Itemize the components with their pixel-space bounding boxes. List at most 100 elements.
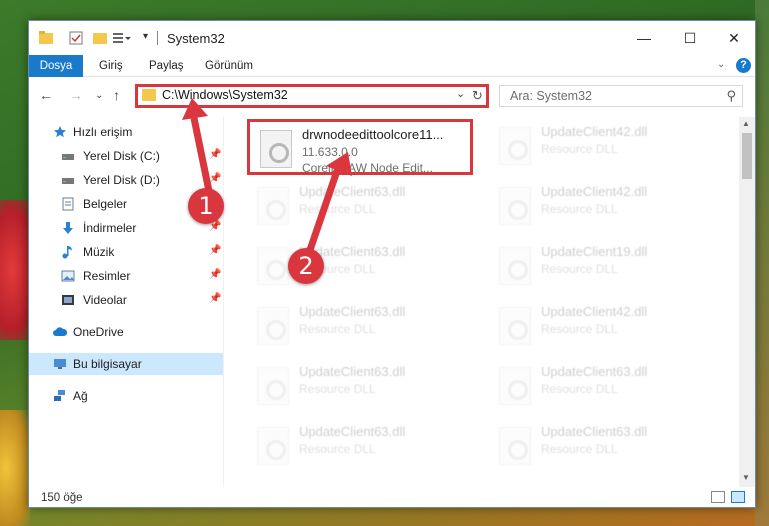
close-button[interactable]: ✕ bbox=[711, 21, 755, 55]
file-item[interactable]: UpdateClient63.dll Resource DLL bbox=[247, 299, 473, 355]
file-name: UpdateClient42.dll bbox=[541, 124, 648, 139]
dll-file-icon bbox=[499, 127, 531, 165]
pin-icon[interactable]: 📌 bbox=[209, 245, 221, 256]
file-type: Resource DLL bbox=[541, 142, 618, 156]
tab-gorunum[interactable]: Görünüm bbox=[205, 55, 253, 77]
minimize-button[interactable]: — bbox=[621, 21, 667, 55]
file-item[interactable]: UpdateClient63.dll Resource DLL bbox=[489, 419, 715, 475]
dll-file-icon bbox=[499, 187, 531, 225]
file-type: Resource DLL bbox=[541, 382, 618, 396]
sidebar-item-onedrive[interactable]: OneDrive bbox=[29, 321, 223, 343]
forward-arrow-icon[interactable]: → bbox=[69, 87, 83, 103]
file-item[interactable]: UpdateClient42.dll Resource DLL bbox=[489, 119, 715, 175]
sidebar-item-this-pc[interactable]: Bu bilgisayar bbox=[29, 353, 223, 375]
sidebar-item-label: Videolar bbox=[83, 293, 127, 307]
document-icon bbox=[62, 197, 74, 211]
file-type: Resource DLL bbox=[541, 322, 618, 336]
chevron-down-icon[interactable]: ⌄ bbox=[456, 87, 465, 100]
sidebar-item-network[interactable]: Ağ bbox=[29, 385, 223, 407]
file-type: Resource DLL bbox=[541, 202, 618, 216]
dll-file-icon bbox=[257, 187, 289, 225]
drive-icon bbox=[62, 178, 74, 184]
sidebar-item-downloads[interactable]: İndirmeler 📌 bbox=[29, 217, 223, 239]
file-item[interactable]: UpdateClient63.dll Resource DLL bbox=[489, 359, 715, 415]
file-name: UpdateClient42.dll bbox=[541, 184, 648, 199]
file-type: Resource DLL bbox=[541, 442, 618, 456]
dll-file-icon bbox=[257, 247, 289, 285]
dll-file-icon bbox=[499, 427, 531, 465]
file-name: UpdateClient63.dll bbox=[541, 424, 648, 439]
ribbon-tabs: Dosya Giriş Paylaş Görünüm ⌄ ? bbox=[29, 55, 755, 77]
explorer-window: ▾ System32 — ☐ ✕ Dosya Giriş Paylaş Görü… bbox=[28, 20, 756, 508]
file-item[interactable]: UpdateClient42.dll Resource DLL bbox=[489, 299, 715, 355]
properties-icon[interactable] bbox=[69, 31, 83, 45]
dll-file-icon bbox=[257, 307, 289, 345]
navigation-bar: ← → ⌄ ↑ C:\Windows\System32 ⌄ ↻ Ara: Sys… bbox=[29, 77, 755, 117]
new-folder-icon[interactable] bbox=[93, 31, 107, 45]
file-type: Resource DLL bbox=[299, 322, 376, 336]
sidebar-item-label: Yerel Disk (D:) bbox=[83, 173, 160, 187]
up-arrow-icon[interactable]: ↑ bbox=[113, 87, 120, 103]
pin-icon[interactable]: 📌 bbox=[209, 293, 221, 304]
file-item[interactable]: UpdateClient63.dll Resource DLL bbox=[247, 359, 473, 415]
download-icon bbox=[63, 222, 73, 234]
sidebar-item-label: Belgeler bbox=[83, 197, 128, 211]
search-placeholder: Ara: System32 bbox=[510, 89, 592, 103]
expand-ribbon-icon[interactable]: ⌄ bbox=[717, 59, 725, 70]
tab-dosya[interactable]: Dosya bbox=[29, 55, 83, 77]
scrollbar-thumb[interactable] bbox=[742, 133, 752, 179]
vertical-scrollbar[interactable]: ▲ ▼ bbox=[739, 117, 755, 487]
dll-file-icon bbox=[499, 247, 531, 285]
file-name: UpdateClient63.dll bbox=[299, 364, 406, 379]
search-icon[interactable]: ⚲ bbox=[726, 88, 736, 104]
tab-giris[interactable]: Giriş bbox=[99, 55, 123, 77]
pin-icon[interactable]: 📌 bbox=[209, 269, 221, 280]
sidebar-item-label: Yerel Disk (C:) bbox=[83, 149, 160, 163]
file-type: Resource DLL bbox=[299, 442, 376, 456]
star-icon bbox=[54, 126, 66, 138]
sidebar-item-music[interactable]: Müzik 📌 bbox=[29, 241, 223, 263]
status-bar: 150 öğe bbox=[29, 487, 755, 507]
dll-file-icon bbox=[257, 367, 289, 405]
dll-file-icon bbox=[257, 427, 289, 465]
sidebar-item-label: Ağ bbox=[73, 389, 88, 403]
large-icons-view-icon[interactable] bbox=[731, 491, 745, 503]
sidebar-item-label: Müzik bbox=[83, 245, 115, 259]
sidebar-item-pictures[interactable]: Resimler 📌 bbox=[29, 265, 223, 287]
file-name: UpdateClient63.dll bbox=[541, 364, 648, 379]
help-icon[interactable]: ? bbox=[736, 58, 751, 73]
scroll-up-icon[interactable]: ▲ bbox=[742, 119, 750, 128]
file-name: UpdateClient42.dll bbox=[541, 304, 648, 319]
picture-icon bbox=[61, 270, 75, 282]
sidebar-item-label: Resimler bbox=[83, 269, 131, 283]
chevron-down-icon[interactable]: ▾ bbox=[143, 31, 148, 42]
folder-icon bbox=[142, 89, 156, 101]
network-icon bbox=[54, 390, 65, 401]
recent-locations-icon[interactable]: ⌄ bbox=[95, 90, 103, 101]
details-view-icon[interactable] bbox=[711, 491, 725, 503]
title-bar: ▾ System32 — ☐ ✕ bbox=[29, 21, 755, 55]
refresh-icon[interactable]: ↻ bbox=[469, 84, 489, 108]
back-arrow-icon[interactable]: ← bbox=[39, 87, 53, 103]
file-item[interactable]: UpdateClient63.dll Resource DLL bbox=[247, 419, 473, 475]
customize-toolbar-icon[interactable] bbox=[113, 31, 131, 45]
background-leaf bbox=[0, 410, 30, 526]
folder-icon bbox=[39, 31, 53, 44]
file-item[interactable]: UpdateClient42.dll Resource DLL bbox=[489, 179, 715, 235]
computer-icon bbox=[54, 359, 66, 369]
window-title: System32 bbox=[167, 31, 225, 46]
scroll-down-icon[interactable]: ▼ bbox=[742, 473, 750, 482]
sidebar-item-videos[interactable]: Videolar 📌 bbox=[29, 289, 223, 311]
sidebar-item-label: Hızlı erişim bbox=[73, 125, 133, 139]
dll-file-icon bbox=[499, 307, 531, 345]
cloud-icon bbox=[53, 327, 67, 336]
dll-file-icon bbox=[499, 367, 531, 405]
file-item[interactable]: UpdateClient19.dll Resource DLL bbox=[489, 239, 715, 295]
maximize-button[interactable]: ☐ bbox=[667, 21, 713, 55]
callout-arrow-2 bbox=[306, 152, 352, 252]
search-input[interactable]: Ara: System32 ⚲ bbox=[499, 85, 743, 107]
item-count: 150 öğe bbox=[41, 492, 83, 504]
file-name: UpdateClient63.dll bbox=[299, 304, 406, 319]
tab-paylas[interactable]: Paylaş bbox=[149, 55, 184, 77]
file-name: drwnodeedittoolcore11... bbox=[302, 127, 444, 142]
